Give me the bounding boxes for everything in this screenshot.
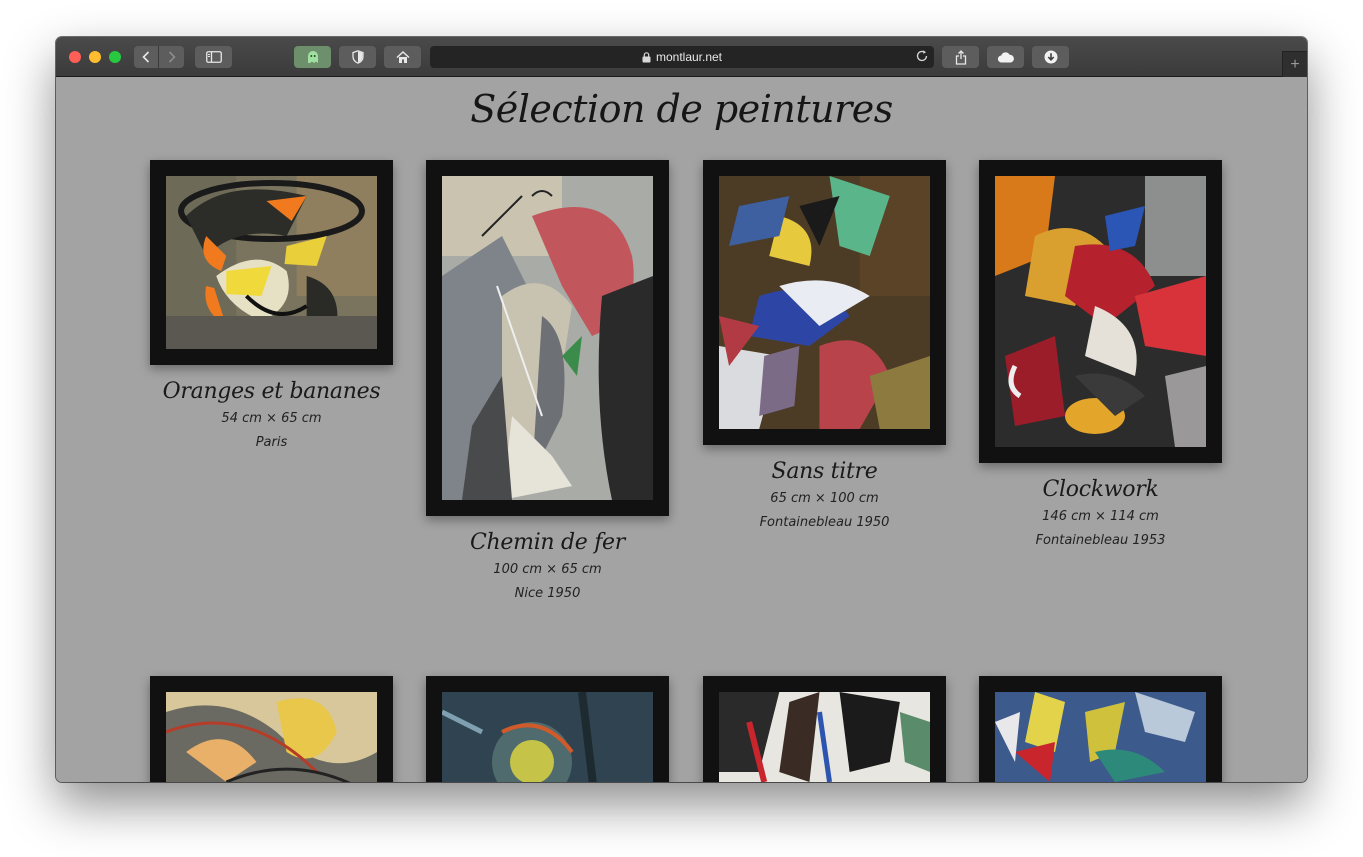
sidebar-icon[interactable] xyxy=(195,46,232,68)
back-forward-group xyxy=(134,46,184,68)
painting-image[interactable] xyxy=(703,676,946,782)
painting-card[interactable] xyxy=(426,676,669,782)
painting-card[interactable]: Chemin de fer 100 cm × 65 cm Nice 1950 xyxy=(426,160,669,601)
page-content: Sélection de peintures Oranges et banane… xyxy=(56,77,1307,782)
new-tab-icon[interactable]: + xyxy=(1282,51,1307,78)
browser-toolbar: montlaur.net + xyxy=(56,37,1307,78)
url-text: montlaur.net xyxy=(655,50,723,64)
painting-card[interactable]: Oranges et bananes 54 cm × 65 cm Paris xyxy=(150,160,393,450)
painting-location: Paris xyxy=(255,435,288,450)
painting-image[interactable] xyxy=(979,676,1222,782)
painting-title[interactable]: Oranges et bananes xyxy=(150,379,393,404)
back-icon[interactable] xyxy=(134,46,158,68)
painting-image[interactable] xyxy=(426,160,669,516)
painting-location: Fontainebleau 1950 xyxy=(759,515,890,530)
painting-dimensions: 100 cm × 65 cm xyxy=(493,562,602,577)
ghost-icon[interactable] xyxy=(294,46,331,68)
minimize-window-button[interactable] xyxy=(89,51,101,63)
cloud-icon[interactable] xyxy=(987,46,1024,68)
painting-card[interactable]: Sans titre 65 cm × 100 cm Fontainebleau … xyxy=(703,160,946,530)
painting-dimensions: 146 cm × 114 cm xyxy=(1042,509,1159,524)
page-title: Sélection de peintures xyxy=(470,87,893,131)
painting-card[interactable] xyxy=(703,676,946,782)
painting-image[interactable] xyxy=(703,160,946,445)
painting-image[interactable] xyxy=(150,160,393,365)
new-tab-label: + xyxy=(1290,56,1300,73)
painting-dimensions: 65 cm × 100 cm xyxy=(770,491,879,506)
painting-image[interactable] xyxy=(426,676,669,782)
painting-card[interactable] xyxy=(979,676,1222,782)
download-icon[interactable] xyxy=(1032,46,1069,68)
painting-title[interactable]: Sans titre xyxy=(703,459,946,484)
painting-card[interactable] xyxy=(150,676,393,782)
close-window-button[interactable] xyxy=(69,51,81,63)
painting-title[interactable]: Clockwork xyxy=(979,477,1222,502)
forward-icon[interactable] xyxy=(159,46,184,68)
browser-window: montlaur.net + Sélection de peintures Or… xyxy=(56,37,1307,782)
painting-location: Fontainebleau 1953 xyxy=(1035,533,1166,548)
home-icon[interactable] xyxy=(384,46,421,68)
share-icon[interactable] xyxy=(942,46,979,68)
painting-dimensions: 54 cm × 65 cm xyxy=(221,411,322,426)
reload-icon[interactable] xyxy=(915,49,929,66)
painting-location: Nice 1950 xyxy=(514,586,581,601)
address-bar[interactable]: montlaur.net xyxy=(430,46,934,68)
zoom-window-button[interactable] xyxy=(109,51,121,63)
shield-icon[interactable] xyxy=(339,46,376,68)
painting-image[interactable] xyxy=(979,160,1222,463)
painting-image[interactable] xyxy=(150,676,393,782)
lock-icon xyxy=(642,51,651,63)
painting-title[interactable]: Chemin de fer xyxy=(426,530,669,555)
painting-card[interactable]: Clockwork 146 cm × 114 cm Fontainebleau … xyxy=(979,160,1222,548)
